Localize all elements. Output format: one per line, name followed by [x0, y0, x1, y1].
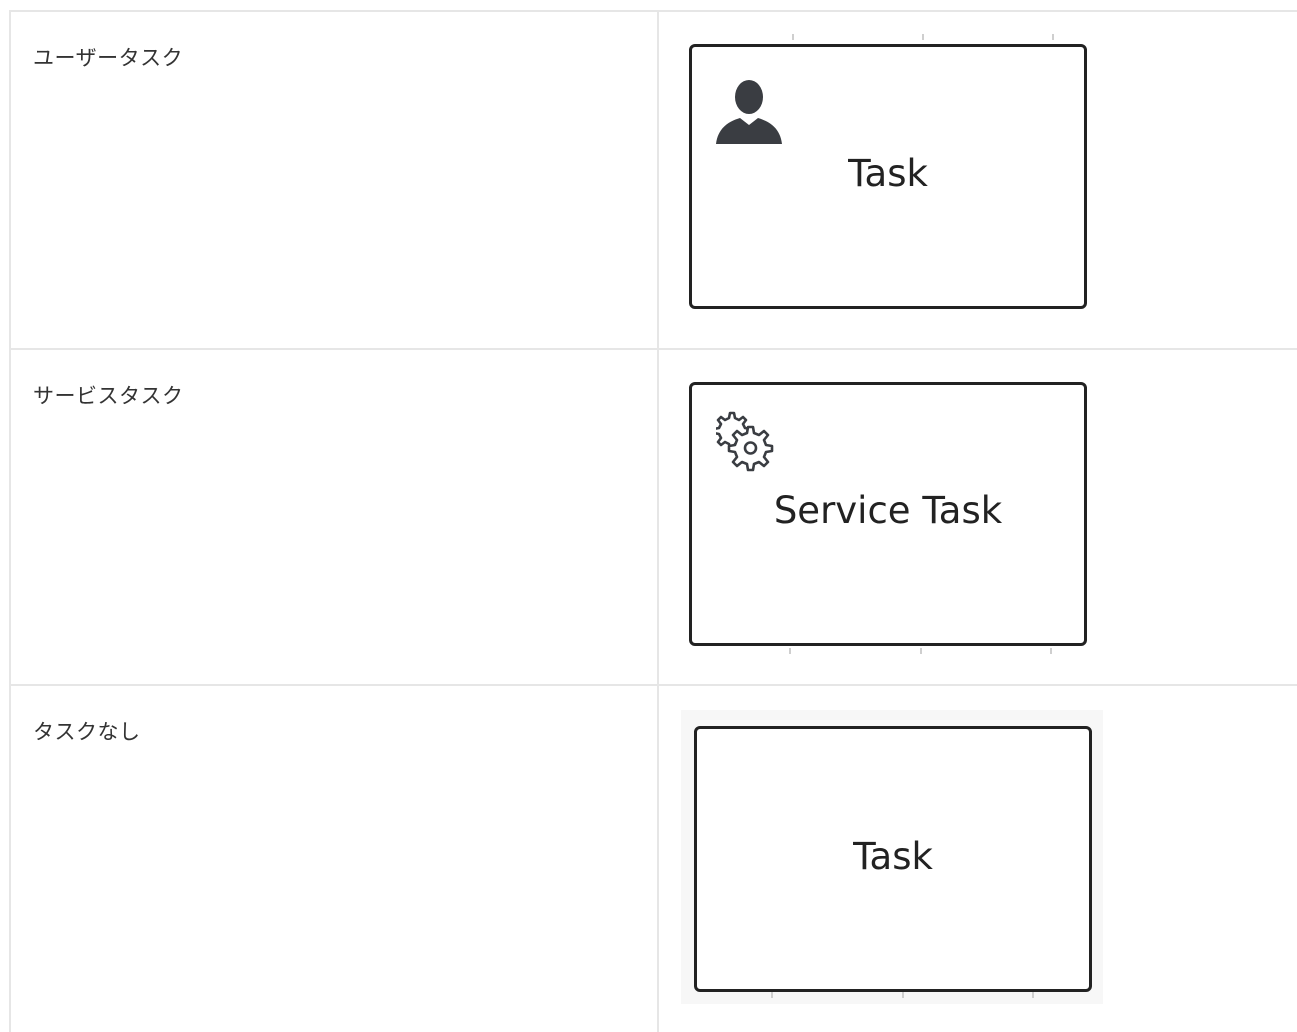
service-task-shape: Service Task: [689, 382, 1087, 646]
task-label: Task: [853, 835, 933, 878]
gear-icon: [716, 411, 774, 472]
connector-tick: [1032, 992, 1034, 998]
connector-tick: [922, 34, 924, 40]
task-type-label-user: ユーザータスク: [11, 12, 659, 348]
connector-tick: [920, 648, 922, 654]
plain-task-shape: Task: [694, 726, 1092, 992]
task-type-label-service: サービスタスク: [11, 350, 659, 684]
table-row: ユーザータスク Task: [11, 12, 1297, 350]
user-task-shape: Task: [689, 44, 1087, 309]
task-label: Task: [848, 152, 928, 195]
task-preview-cell: Task: [659, 686, 1297, 1032]
connector-tick: [902, 992, 904, 998]
table-row: サービスタスク Service Task: [11, 350, 1297, 686]
connector-tick: [792, 34, 794, 40]
connector-tick: [771, 992, 773, 998]
task-preview-cell: Service Task: [659, 350, 1297, 684]
user-icon: [716, 80, 782, 144]
connector-tick: [789, 648, 791, 654]
task-type-table: ユーザータスク Task サービスタスク Service Task タスクなし …: [9, 10, 1297, 1032]
task-preview-cell: Task: [659, 12, 1297, 348]
connector-tick: [1052, 34, 1054, 40]
task-type-label-none: タスクなし: [11, 686, 659, 1032]
connector-tick: [1050, 648, 1052, 654]
table-row: タスクなし Task: [11, 686, 1297, 1032]
task-label: Service Task: [773, 489, 1003, 532]
